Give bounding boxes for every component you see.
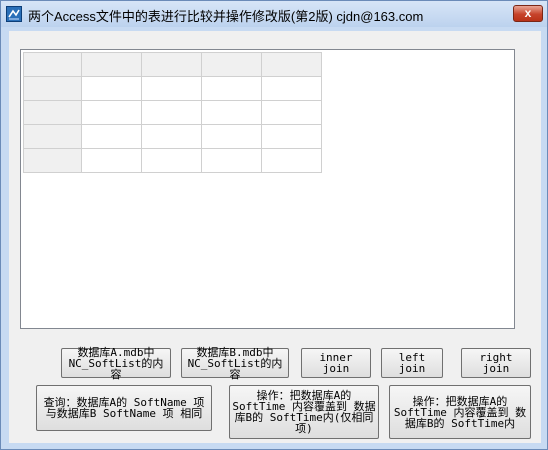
title-bar[interactable]: 两个Access文件中的表进行比较并操作修改版(第2版) cjdn@163.co… (1, 1, 547, 27)
grid-cell[interactable] (201, 76, 262, 101)
grid-cell[interactable] (201, 148, 262, 173)
query-same-softname-button[interactable]: 查询：数据库A的 SoftName 项 与数据库B SoftName 项 相同 (36, 385, 212, 431)
overwrite-softtime-button[interactable]: 操作：把数据库A的 SoftTime 内容覆盖到 数 据库B的 SoftTime… (389, 385, 531, 439)
table-row (23, 148, 322, 173)
left-join-button[interactable]: left join (381, 348, 443, 378)
grid-row-header[interactable] (23, 148, 82, 173)
load-db-b-button[interactable]: 数据库B.mdb中 NC_SoftList的内容 (181, 347, 289, 380)
grid-cell[interactable] (261, 76, 322, 101)
grid-column-header[interactable] (141, 52, 202, 77)
grid-corner-cell[interactable] (23, 52, 82, 77)
data-grid[interactable] (23, 52, 322, 173)
grid-cell[interactable] (141, 100, 202, 125)
data-grid-view[interactable] (20, 49, 515, 329)
grid-row-header[interactable] (23, 76, 82, 101)
grid-cell[interactable] (261, 100, 322, 125)
close-icon: x (524, 6, 532, 20)
grid-column-header[interactable] (201, 52, 262, 77)
grid-row-header[interactable] (23, 124, 82, 149)
grid-row-header[interactable] (23, 100, 82, 125)
load-db-a-button[interactable]: 数据库A.mdb中 NC_SoftList的内容 (61, 347, 171, 380)
grid-cell[interactable] (201, 124, 262, 149)
grid-cell[interactable] (81, 124, 142, 149)
grid-cell[interactable] (81, 100, 142, 125)
grid-cell[interactable] (141, 124, 202, 149)
right-join-button[interactable]: right join (461, 348, 531, 378)
grid-cell[interactable] (141, 148, 202, 173)
window-title: 两个Access文件中的表进行比较并操作修改版(第2版) cjdn@163.co… (28, 9, 424, 24)
overwrite-softtime-same-button[interactable]: 操作：把数据库A的 SoftTime 内容覆盖到 数据 库B的 SoftTime… (229, 385, 379, 439)
grid-cell[interactable] (201, 100, 262, 125)
grid-cell[interactable] (141, 76, 202, 101)
grid-cell[interactable] (81, 148, 142, 173)
grid-column-header[interactable] (81, 52, 142, 77)
grid-column-header[interactable] (261, 52, 322, 77)
close-button[interactable]: x (513, 5, 543, 22)
grid-cell[interactable] (81, 76, 142, 101)
grid-cell[interactable] (261, 124, 322, 149)
main-window: 两个Access文件中的表进行比较并操作修改版(第2版) cjdn@163.co… (0, 0, 548, 450)
table-row (23, 100, 322, 125)
table-row (23, 124, 322, 149)
table-row (23, 76, 322, 101)
inner-join-button[interactable]: inner join (301, 348, 371, 378)
grid-header-row (23, 52, 322, 77)
app-icon (6, 6, 22, 22)
client-area: 数据库A.mdb中 NC_SoftList的内容 数据库B.mdb中 NC_So… (9, 31, 541, 443)
grid-cell[interactable] (261, 148, 322, 173)
